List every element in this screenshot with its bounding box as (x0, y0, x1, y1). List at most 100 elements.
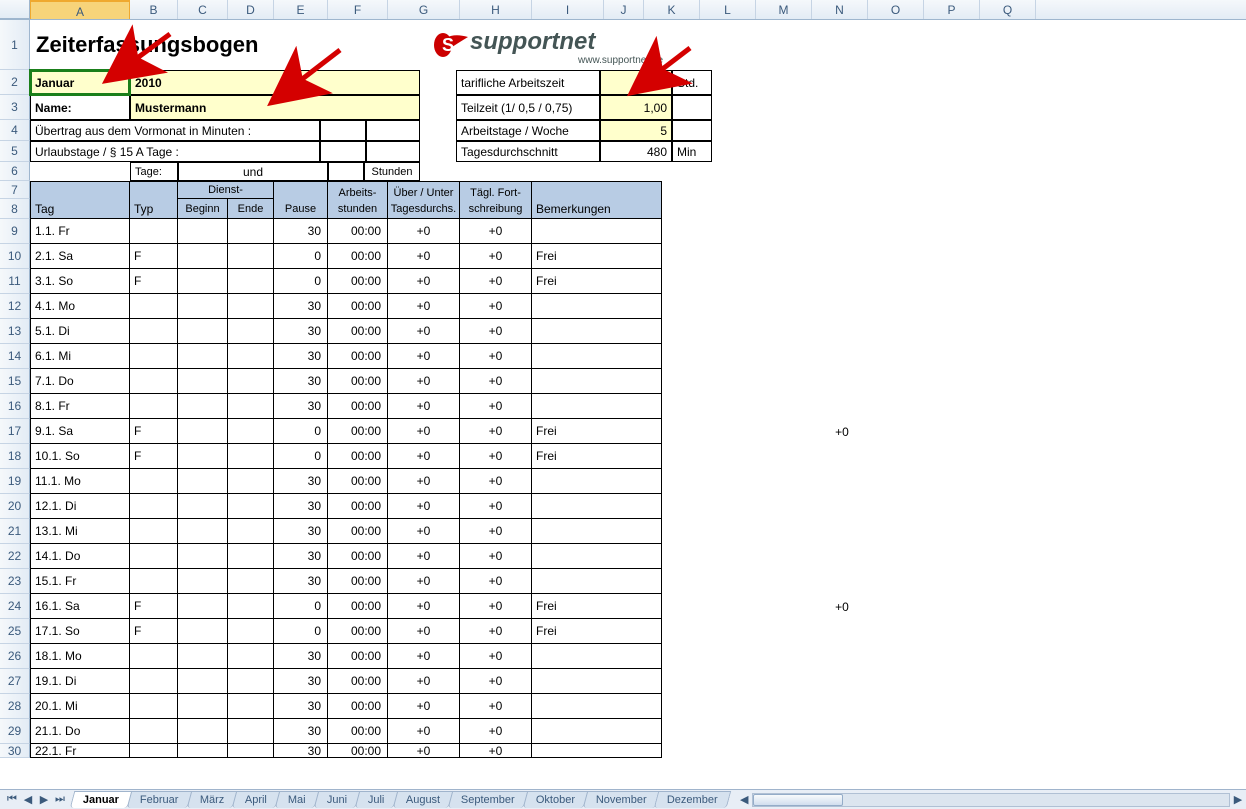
cell-ueberunter[interactable]: +0 (388, 294, 460, 319)
cell-pause[interactable]: 0 (274, 269, 328, 294)
cell-ueberunter[interactable]: +0 (388, 619, 460, 644)
cell-taeglfort[interactable]: +0 (460, 394, 532, 419)
cell-typ[interactable] (130, 294, 178, 319)
cell-beginn[interactable] (178, 719, 228, 744)
cell-tag[interactable]: 18.1. Mo (30, 644, 130, 669)
cell-beginn[interactable] (178, 569, 228, 594)
cell-pause[interactable]: 30 (274, 644, 328, 669)
cell-arbeitsstunden[interactable]: 00:00 (328, 294, 388, 319)
cell-ueberunter[interactable]: +0 (388, 469, 460, 494)
cell-pause[interactable]: 0 (274, 594, 328, 619)
cell-extra[interactable] (814, 619, 870, 644)
cell-taeglfort[interactable]: +0 (460, 644, 532, 669)
column-header-C[interactable]: C (178, 0, 228, 19)
cell-typ[interactable]: F (130, 444, 178, 469)
row-header[interactable]: 16 (0, 394, 30, 419)
name-value[interactable]: Mustermann (130, 95, 420, 120)
cell-taeglfort[interactable]: +0 (460, 519, 532, 544)
cell-extra[interactable] (814, 669, 870, 694)
spreadsheet-grid[interactable]: 1 Zeiterfassungsbogen S supportnet www.s… (0, 20, 1246, 789)
cell-bem[interactable] (532, 569, 662, 594)
cell-pause[interactable]: 0 (274, 619, 328, 644)
cell-ueberunter[interactable]: +0 (388, 344, 460, 369)
cell-pause[interactable]: 30 (274, 719, 328, 744)
cell-arbeitsstunden[interactable]: 00:00 (328, 594, 388, 619)
cell-arbeitsstunden[interactable]: 00:00 (328, 494, 388, 519)
cell-beginn[interactable] (178, 344, 228, 369)
cell-ende[interactable] (228, 494, 274, 519)
column-header-D[interactable]: D (228, 0, 274, 19)
cell-arbeitsstunden[interactable]: 00:00 (328, 644, 388, 669)
column-header-H[interactable]: H (460, 0, 532, 19)
row-header[interactable]: 22 (0, 544, 30, 569)
cell-ueberunter[interactable]: +0 (388, 744, 460, 758)
cell-pause[interactable]: 30 (274, 669, 328, 694)
cell-typ[interactable] (130, 544, 178, 569)
cell-taeglfort[interactable]: +0 (460, 594, 532, 619)
cell-extra[interactable] (814, 269, 870, 294)
row-header[interactable]: 30 (0, 744, 30, 758)
row-header[interactable]: 24 (0, 594, 30, 619)
cell-arbeitsstunden[interactable]: 00:00 (328, 669, 388, 694)
cell-beginn[interactable] (178, 319, 228, 344)
cell-taeglfort[interactable]: +0 (460, 219, 532, 244)
row-header[interactable]: 3 (0, 95, 30, 120)
cell-beginn[interactable] (178, 394, 228, 419)
cell-tag[interactable]: 2.1. Sa (30, 244, 130, 269)
cell-tag[interactable]: 12.1. Di (30, 494, 130, 519)
cell-bem[interactable]: Frei (532, 619, 662, 644)
cell-tag[interactable]: 11.1. Mo (30, 469, 130, 494)
cell-taeglfort[interactable]: +0 (460, 494, 532, 519)
cell-bem[interactable] (532, 394, 662, 419)
cell-ende[interactable] (228, 269, 274, 294)
row-header[interactable]: 25 (0, 619, 30, 644)
cell-pause[interactable]: 30 (274, 519, 328, 544)
cell-pause[interactable]: 0 (274, 444, 328, 469)
tab-nav-prev-icon[interactable]: ◀ (20, 792, 36, 808)
cell-extra[interactable] (814, 519, 870, 544)
cell-bem[interactable] (532, 669, 662, 694)
cell-pause[interactable]: 30 (274, 219, 328, 244)
cell-arbeitsstunden[interactable]: 00:00 (328, 344, 388, 369)
cell-ende[interactable] (228, 544, 274, 569)
cell-tag[interactable]: 9.1. Sa (30, 419, 130, 444)
cell-extra[interactable] (814, 444, 870, 469)
cell-bem[interactable] (532, 344, 662, 369)
cell-pause[interactable]: 30 (274, 344, 328, 369)
teilzeit-value[interactable]: 1,00 (600, 95, 672, 120)
cell-arbeitsstunden[interactable]: 00:00 (328, 269, 388, 294)
cell-bem[interactable] (532, 744, 662, 758)
sheet-tab-april[interactable]: April (232, 791, 281, 808)
select-all-corner[interactable] (0, 0, 30, 19)
sheet-tab-märz[interactable]: März (186, 791, 237, 808)
cell-bem[interactable] (532, 294, 662, 319)
cell-arbeitsstunden[interactable]: 00:00 (328, 369, 388, 394)
sheet-tab-oktober[interactable]: Oktober (522, 791, 588, 808)
cell-beginn[interactable] (178, 494, 228, 519)
cell-pause[interactable]: 30 (274, 569, 328, 594)
cell-typ[interactable] (130, 669, 178, 694)
cell-typ[interactable] (130, 369, 178, 394)
cell-tag[interactable]: 17.1. So (30, 619, 130, 644)
column-header-M[interactable]: M (756, 0, 812, 19)
arbeitstage-value[interactable]: 5 (600, 120, 672, 141)
row-header[interactable]: 5 (0, 141, 30, 162)
row-header[interactable]: 13 (0, 319, 30, 344)
cell-bem[interactable]: Frei (532, 269, 662, 294)
cell-pause[interactable]: 30 (274, 369, 328, 394)
cell-typ[interactable]: F (130, 419, 178, 444)
cell-extra[interactable] (814, 219, 870, 244)
cell-ende[interactable] (228, 619, 274, 644)
cell-tag[interactable]: 5.1. Di (30, 319, 130, 344)
cell-typ[interactable]: F (130, 244, 178, 269)
cell-pause[interactable]: 30 (274, 469, 328, 494)
cell-pause[interactable]: 30 (274, 494, 328, 519)
cell-arbeitsstunden[interactable]: 00:00 (328, 544, 388, 569)
tab-nav-next-icon[interactable]: ▶ (36, 792, 52, 808)
column-header-I[interactable]: I (532, 0, 604, 19)
cell-tag[interactable]: 6.1. Mi (30, 344, 130, 369)
cell-arbeitsstunden[interactable]: 00:00 (328, 694, 388, 719)
cell-beginn[interactable] (178, 269, 228, 294)
cell-ende[interactable] (228, 319, 274, 344)
cell-typ[interactable] (130, 219, 178, 244)
